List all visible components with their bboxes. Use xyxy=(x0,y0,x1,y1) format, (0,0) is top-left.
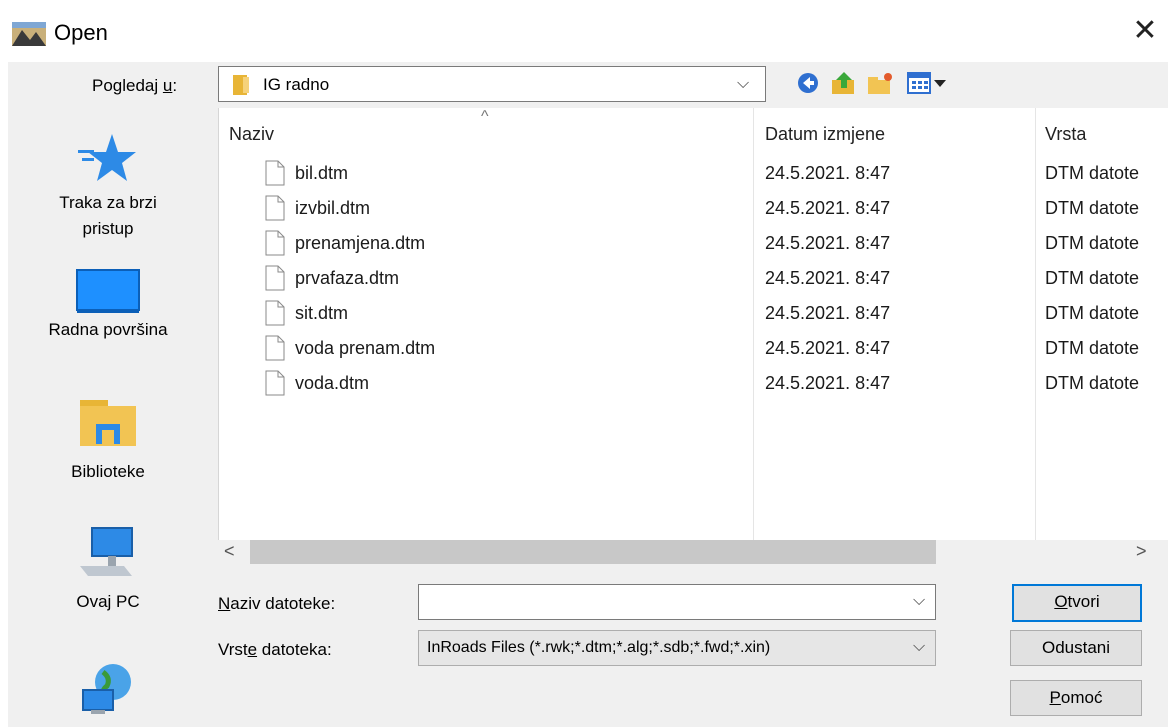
file-row[interactable]: izvbil.dtm 24.5.2021. 8:47 DTM datote xyxy=(219,193,1169,228)
file-icon xyxy=(265,335,285,361)
file-row[interactable]: prvafaza.dtm 24.5.2021. 8:47 DTM datote xyxy=(219,263,1169,298)
file-row[interactable]: sit.dtm 24.5.2021. 8:47 DTM datote xyxy=(219,298,1169,333)
column-header-name[interactable]: Naziv xyxy=(229,124,274,145)
network-icon xyxy=(82,664,131,714)
file-date: 24.5.2021. 8:47 xyxy=(765,373,891,393)
file-row[interactable]: prenamjena.dtm 24.5.2021. 8:47 DTM datote xyxy=(219,228,1169,263)
look-in-combo[interactable]: IG radno ⌵ xyxy=(218,66,766,102)
file-type-label: Vrste datoteka: xyxy=(218,640,332,659)
title-bar: Open ✕ xyxy=(0,0,1176,62)
file-type: DTM datote xyxy=(1045,373,1140,393)
place-desktop[interactable]: Radna površina xyxy=(8,268,208,340)
file-date: 24.5.2021. 8:47 xyxy=(765,233,891,253)
file-icon xyxy=(265,300,285,326)
help-button[interactable]: Pomoć xyxy=(1010,680,1142,716)
chevron-down-icon: ⌵ xyxy=(737,75,750,92)
app-icon xyxy=(12,22,46,46)
cancel-button[interactable]: Odustani xyxy=(1010,630,1142,666)
file-type: DTM datote xyxy=(1045,233,1140,253)
file-name: prenamjena.dtm xyxy=(295,233,426,253)
scroll-left-icon[interactable]: < xyxy=(224,541,235,562)
scroll-right-icon[interactable]: > xyxy=(1136,541,1147,562)
quick-access-star-icon xyxy=(78,134,136,181)
place-label: Ovaj PC xyxy=(76,592,140,611)
open-button[interactable]: Otvori xyxy=(1012,584,1142,622)
file-icon xyxy=(265,265,285,291)
file-type: DTM datote xyxy=(1045,303,1140,323)
place-network[interactable] xyxy=(8,662,208,718)
file-icon xyxy=(265,230,285,256)
back-icon[interactable] xyxy=(796,70,820,96)
file-icon xyxy=(265,370,285,396)
place-libraries[interactable]: Biblioteke xyxy=(8,398,208,482)
file-row[interactable]: voda prenam.dtm 24.5.2021. 8:47 DTM datote xyxy=(219,333,1169,368)
file-name: sit.dtm xyxy=(295,303,349,323)
file-icon xyxy=(265,195,285,221)
close-icon: ✕ xyxy=(1132,14,1158,47)
file-name: bil.dtm xyxy=(295,163,349,183)
look-in-label: Pogledaj u: xyxy=(92,76,178,95)
file-name-combo[interactable]: ⌵ xyxy=(418,584,936,620)
place-label: Traka za brzi pristup xyxy=(59,193,157,238)
file-type: DTM datote xyxy=(1045,163,1140,183)
window-title: Open xyxy=(54,20,108,45)
desktop-icon xyxy=(76,269,140,313)
up-folder-icon[interactable] xyxy=(830,70,858,96)
file-icon xyxy=(265,160,285,186)
column-header-date[interactable]: Datum izmjene xyxy=(765,124,885,145)
file-row[interactable]: voda.dtm 24.5.2021. 8:47 DTM datote xyxy=(219,368,1169,403)
place-quick-access[interactable]: Traka za brzi pristup xyxy=(8,132,208,242)
file-type-value: InRoads Files (*.rwk;*.dtm;*.alg;*.sdb;*… xyxy=(427,639,771,656)
chevron-down-icon[interactable]: ⌵ xyxy=(913,592,925,610)
column-header-type[interactable]: Vrsta xyxy=(1045,124,1086,145)
file-name: izvbil.dtm xyxy=(295,198,371,218)
file-name: voda prenam.dtm xyxy=(295,338,436,358)
file-list[interactable]: Naziv ^ Datum izmjene Vrsta bil.dtm 24.5.… xyxy=(218,108,1169,540)
close-button[interactable]: ✕ xyxy=(1128,14,1162,48)
look-in-value: IG radno xyxy=(263,75,330,94)
chevron-down-icon: ⌵ xyxy=(913,638,926,655)
file-date: 24.5.2021. 8:47 xyxy=(765,268,891,288)
file-date: 24.5.2021. 8:47 xyxy=(765,338,891,358)
file-date: 24.5.2021. 8:47 xyxy=(765,303,891,323)
this-pc-icon xyxy=(80,527,133,576)
view-menu-icon[interactable] xyxy=(906,70,950,96)
file-date: 24.5.2021. 8:47 xyxy=(765,163,891,183)
file-type-combo[interactable]: InRoads Files (*.rwk;*.dtm;*.alg;*.sdb;*… xyxy=(418,630,936,666)
place-this-pc[interactable]: Ovaj PC xyxy=(8,526,208,612)
file-row[interactable]: bil.dtm 24.5.2021. 8:47 DTM datote xyxy=(219,158,1169,193)
file-type: DTM datote xyxy=(1045,268,1140,288)
new-folder-icon[interactable] xyxy=(866,70,894,96)
folder-icon xyxy=(233,75,249,95)
place-label: Biblioteke xyxy=(71,462,145,481)
file-name: prvafaza.dtm xyxy=(295,268,400,288)
places-bar: Traka za brzi pristup Radna površina Bib… xyxy=(8,108,208,727)
sort-ascending-icon: ^ xyxy=(481,108,489,125)
place-label: Radna površina xyxy=(48,320,168,339)
horizontal-scrollbar[interactable]: < > xyxy=(218,540,1168,564)
file-name-input[interactable] xyxy=(425,590,899,616)
file-name-label: Naziv datoteke: xyxy=(218,594,336,613)
libraries-icon xyxy=(80,400,136,446)
file-type: DTM datote xyxy=(1045,338,1140,358)
scrollbar-thumb[interactable] xyxy=(250,540,936,564)
file-name: voda.dtm xyxy=(295,373,370,393)
file-date: 24.5.2021. 8:47 xyxy=(765,198,891,218)
file-type: DTM datote xyxy=(1045,198,1140,218)
